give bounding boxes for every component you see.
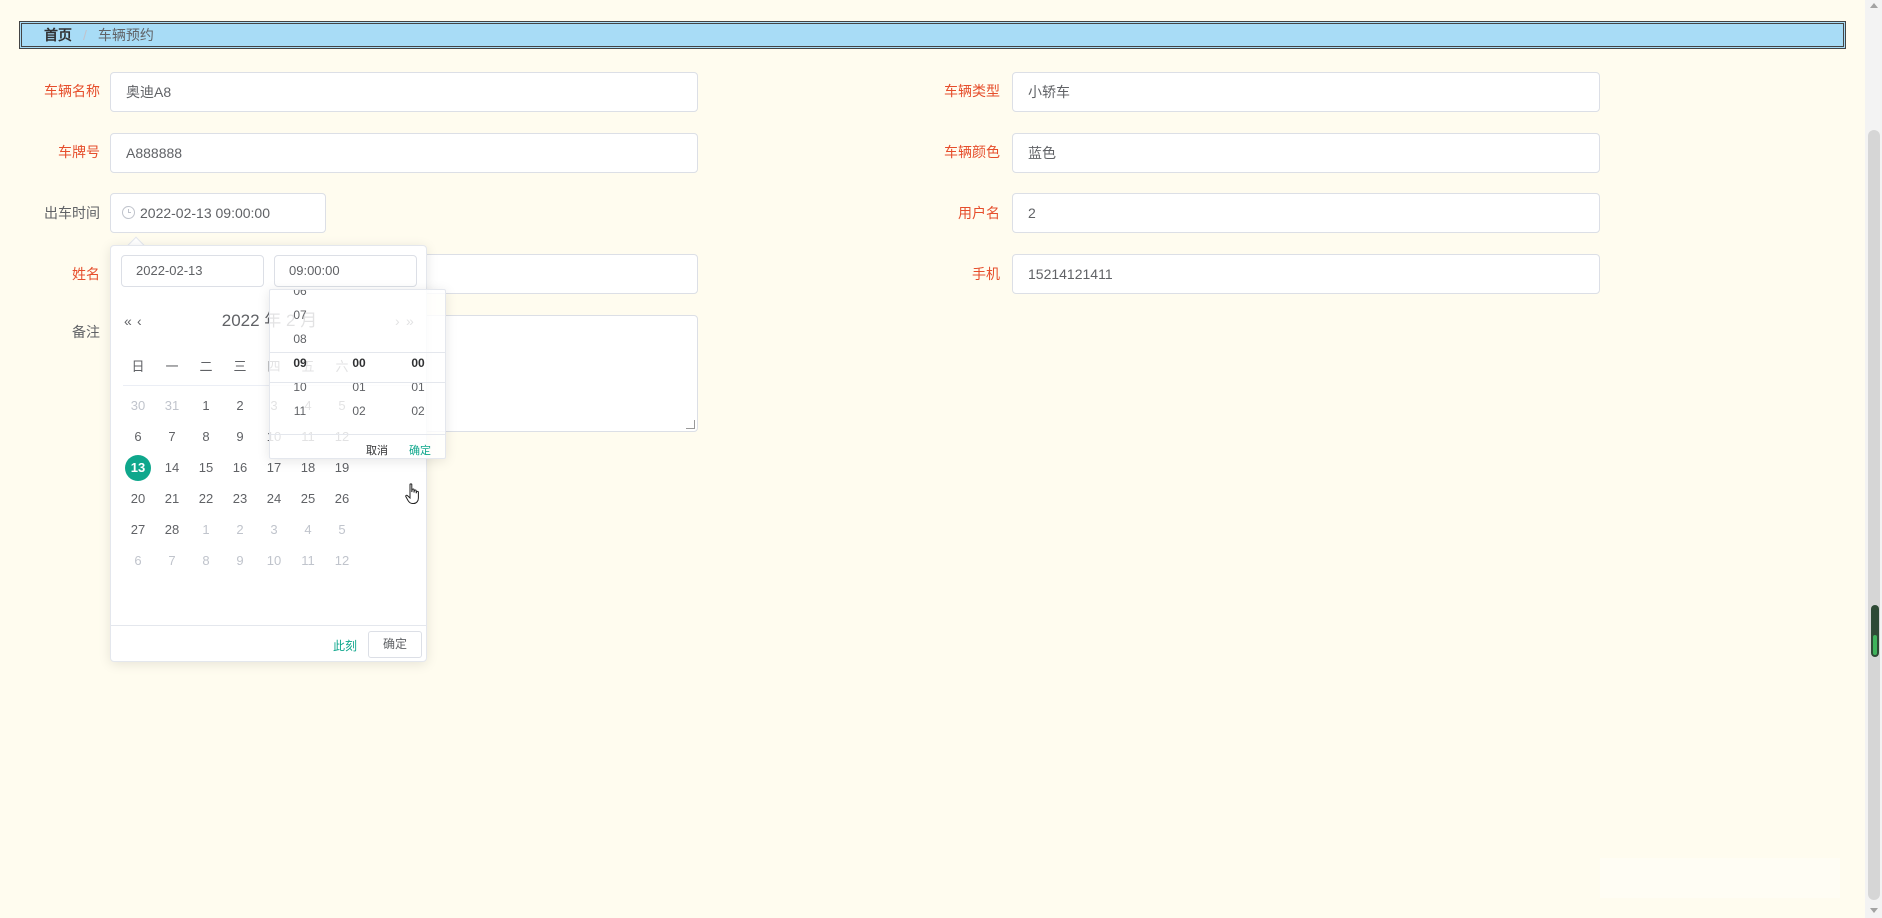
remark-label: 备注 [72, 324, 100, 340]
departure-time-value: 2022-02-13 09:00:00 [140, 205, 270, 221]
name-label: 姓名 [72, 266, 100, 282]
time-confirm-button[interactable]: 确定 [409, 442, 431, 458]
picker-time-input[interactable]: 09:00:00 [274, 255, 417, 287]
day-cell[interactable]: 24 [261, 486, 287, 512]
day-cell[interactable]: 1 [193, 517, 219, 543]
day-cell[interactable]: 28 [159, 517, 185, 543]
clock-icon [122, 206, 135, 219]
breadcrumb-separator: / [83, 27, 87, 43]
day-cell[interactable]: 9 [227, 548, 253, 574]
departure-time-input[interactable]: 2022-02-13 09:00:00 [110, 193, 326, 233]
weekday-header: 二 [199, 359, 213, 374]
time-cancel-button[interactable]: 取消 [366, 442, 388, 458]
vehicle-type-label: 车辆类型 [944, 83, 1000, 99]
picker-date-input[interactable]: 2022-02-13 [121, 255, 264, 287]
now-button[interactable]: 此刻 [333, 637, 357, 654]
page-scrollbar[interactable] [1865, 0, 1882, 918]
day-cell[interactable]: 5 [329, 517, 355, 543]
time-selection-top [270, 352, 445, 353]
scroll-grip-icon[interactable] [1871, 605, 1879, 657]
scroll-down-icon[interactable] [1870, 908, 1878, 913]
day-cell[interactable]: 23 [227, 486, 253, 512]
plate-number-input[interactable]: A888888 [110, 133, 698, 173]
day-cell[interactable]: 22 [193, 486, 219, 512]
time-option[interactable]: 00 [330, 356, 388, 370]
day-cell[interactable]: 10 [261, 548, 287, 574]
vehicle-name-input[interactable]: 奥迪A8 [110, 72, 698, 112]
day-cell[interactable]: 9 [227, 424, 253, 450]
day-cell[interactable]: 31 [159, 393, 185, 419]
vehicle-name-label: 车辆名称 [44, 83, 100, 99]
day-cell-selected[interactable]: 13 [125, 455, 151, 481]
time-option[interactable]: 00 [389, 356, 445, 370]
day-cell[interactable]: 11 [295, 548, 321, 574]
time-option[interactable]: 07 [271, 308, 329, 322]
breadcrumb-home[interactable]: 首页 [44, 25, 72, 45]
day-cell[interactable]: 30 [125, 393, 151, 419]
hand-cursor-icon [405, 483, 419, 504]
day-cell[interactable]: 7 [159, 548, 185, 574]
resize-grip-icon[interactable] [686, 420, 695, 429]
day-cell[interactable]: 3 [261, 517, 287, 543]
weekday-header: 三 [233, 359, 247, 374]
weekday-header: 一 [165, 359, 179, 374]
bottom-overlay [1600, 858, 1840, 898]
phone-input[interactable]: 15214121411 [1012, 254, 1600, 294]
day-cell[interactable]: 8 [193, 548, 219, 574]
day-cell[interactable]: 1 [193, 393, 219, 419]
time-option[interactable]: 02 [330, 404, 388, 418]
time-selection-bottom [270, 382, 445, 383]
time-panel-footer: 取消 确定 [270, 434, 445, 458]
day-cell[interactable]: 25 [295, 486, 321, 512]
vehicle-color-input[interactable]: 蓝色 [1012, 133, 1600, 173]
vehicle-color-label: 车辆颜色 [944, 144, 1000, 160]
day-cell[interactable]: 27 [125, 517, 151, 543]
day-cell[interactable]: 8 [193, 424, 219, 450]
scroll-thumb[interactable] [1868, 130, 1880, 900]
time-option[interactable]: 08 [271, 332, 329, 346]
time-option[interactable]: 02 [389, 404, 445, 418]
day-cell[interactable]: 6 [125, 424, 151, 450]
day-cell[interactable]: 16 [227, 455, 253, 481]
breadcrumb: 首页 / 车辆预约 [19, 21, 1846, 49]
day-cell[interactable]: 26 [329, 486, 355, 512]
day-cell[interactable]: 15 [193, 455, 219, 481]
username-label: 用户名 [958, 205, 1000, 221]
breadcrumb-current: 车辆预约 [97, 27, 154, 43]
day-cell[interactable]: 6 [125, 548, 151, 574]
time-option[interactable]: 11 [271, 404, 329, 418]
time-spinner-panel: 06 07 08 09 10 11 00 01 02 00 01 02 取消 确定 [269, 289, 446, 459]
day-cell[interactable]: 7 [159, 424, 185, 450]
time-option[interactable]: 09 [271, 356, 329, 370]
departure-time-label: 出车时间 [44, 205, 100, 221]
username-input[interactable]: 2 [1012, 193, 1600, 233]
day-cell[interactable]: 21 [159, 486, 185, 512]
day-cell[interactable]: 2 [227, 393, 253, 419]
vehicle-type-input[interactable]: 小轿车 [1012, 72, 1600, 112]
picker-confirm-button[interactable]: 确定 [368, 631, 422, 658]
picker-footer: 此刻 确定 [111, 625, 426, 662]
phone-label: 手机 [972, 266, 1000, 282]
day-cell[interactable]: 20 [125, 486, 151, 512]
weekday-header: 日 [131, 359, 145, 374]
plate-number-label: 车牌号 [58, 144, 100, 160]
scroll-up-icon[interactable] [1870, 3, 1878, 8]
time-option[interactable]: 06 [271, 290, 329, 298]
day-cell[interactable]: 14 [159, 455, 185, 481]
day-cell[interactable]: 12 [329, 548, 355, 574]
day-cell[interactable]: 2 [227, 517, 253, 543]
day-cell[interactable]: 4 [295, 517, 321, 543]
